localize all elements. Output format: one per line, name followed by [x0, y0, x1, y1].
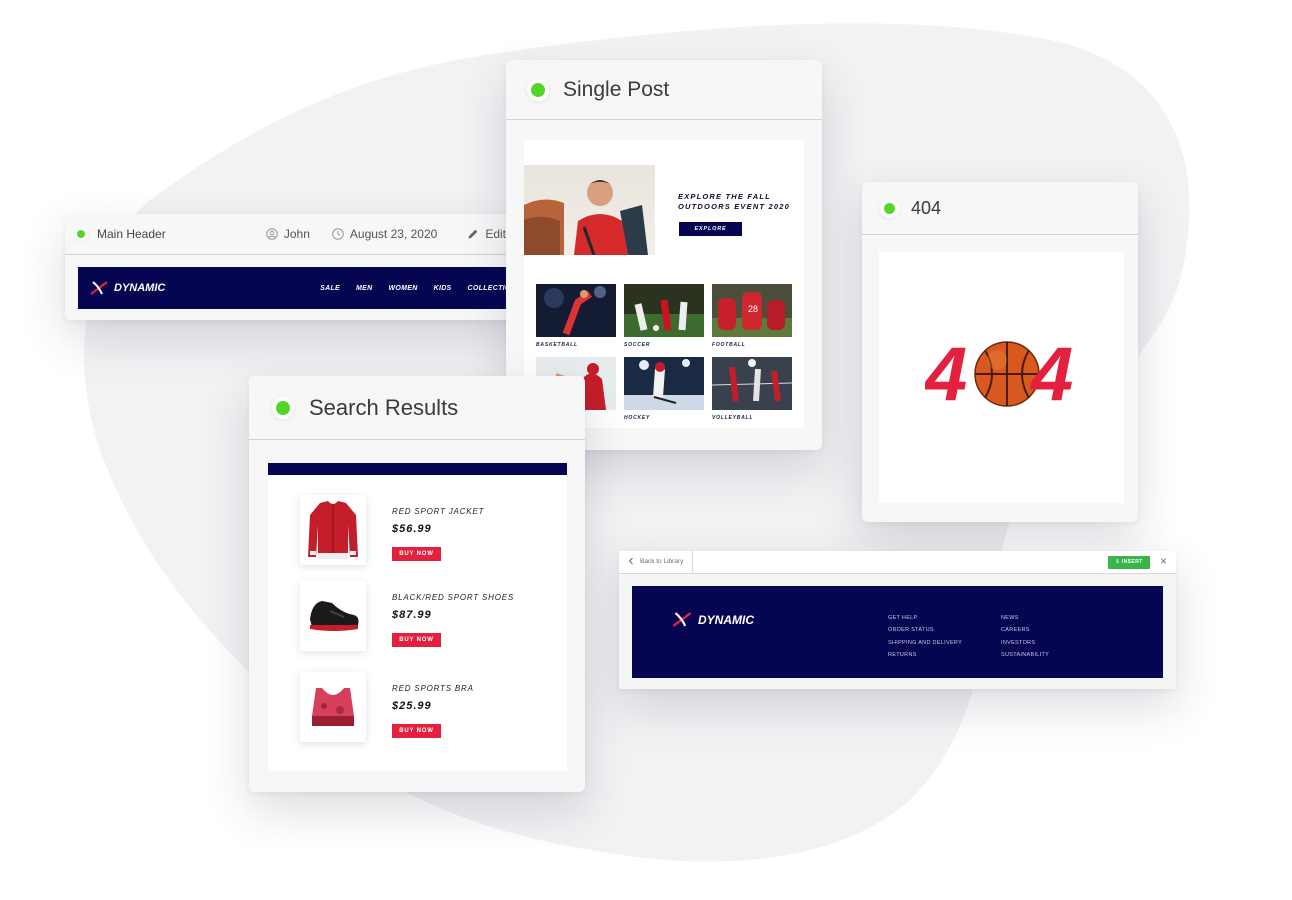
product-price: $56.99 [392, 523, 432, 535]
footer-link[interactable]: INVESTORS [1001, 637, 1049, 649]
template-title: Main Header [97, 227, 166, 241]
main-header-bar: Main Header John August 23, 2020 Edit ··… [65, 214, 557, 255]
nav-link-men[interactable]: MEN [356, 285, 372, 292]
brand-logo: DYNAMIC [90, 281, 165, 295]
product-item[interactable]: RED SPORT JACKET $56.99 BUY NOW [300, 495, 560, 565]
template-title: Single Post [563, 77, 670, 101]
nav-link-kids[interactable]: KIDS [434, 285, 452, 292]
buy-now-button[interactable]: BUY NOW [392, 724, 441, 738]
404-digit-right: 4 [1029, 332, 1073, 412]
status-dot [884, 202, 895, 214]
main-header-card[interactable]: Main Header John August 23, 2020 Edit ··… [65, 214, 557, 320]
user-icon [266, 228, 278, 240]
product-item[interactable]: RED SPORTS BRA $25.99 BUY NOW [300, 672, 560, 742]
product-image-shoes [300, 581, 366, 651]
404-bar: 404 [862, 182, 1138, 235]
basketball-icon [974, 341, 1040, 407]
footer-preview: DYNAMIC GET HELP ORDER STATUS SHIPPING A… [632, 586, 1163, 678]
category-tile[interactable]: BASKETBALL [536, 284, 616, 348]
author: John [266, 227, 310, 241]
product-name[interactable]: RED SPORTS BRA [392, 684, 474, 693]
template-title: 404 [911, 197, 942, 218]
nav-link-women[interactable]: WOMEN [388, 285, 417, 292]
product-image-jacket [300, 495, 366, 565]
toolbar-divider [692, 551, 693, 574]
back-to-library-link[interactable]: Back to Library [627, 557, 683, 565]
back-label: Back to Library [640, 557, 684, 565]
category-tile[interactable]: HOCKEY [624, 357, 704, 421]
category-tile[interactable]: SOCCER [624, 284, 704, 348]
footer-column-company: NEWS CAREERS INVESTORS SUSTAINABILITY [1001, 612, 1049, 661]
template-title: Search Results [309, 394, 459, 420]
category-tile[interactable]: VOLLEYBALL [712, 357, 792, 421]
library-toolbar: Back to Library ⇩ INSERT × [619, 551, 1176, 574]
tile-label: VOLLEYBALL [712, 415, 754, 421]
brand-logo: DYNAMIC [672, 612, 754, 627]
footer-link[interactable]: SUSTAINABILITY [1001, 649, 1049, 661]
tile-label: HOCKEY [624, 415, 651, 421]
x-logo-icon [672, 612, 692, 627]
404-graphic: 4 4 [925, 332, 1073, 412]
buy-now-button[interactable]: BUY NOW [392, 633, 441, 647]
hockey-image [624, 357, 704, 410]
hero-image [524, 165, 655, 255]
close-icon[interactable]: × [1160, 554, 1167, 568]
footer-link[interactable]: CAREERS [1001, 624, 1049, 636]
product-price: $25.99 [392, 700, 432, 712]
footer-link[interactable]: GET HELP [888, 612, 962, 624]
footer-link[interactable]: RETURNS [888, 649, 962, 661]
tile-label: SOCCER [624, 342, 651, 348]
header-preview: DYNAMIC SALE MEN WOMEN KIDS COLLECTIONS [78, 267, 543, 309]
status-dot [531, 82, 545, 97]
volleyball-image [712, 357, 792, 410]
x-logo-icon [90, 281, 108, 295]
buy-now-button[interactable]: BUY NOW [392, 547, 441, 561]
edit-label: Edit [485, 227, 506, 241]
product-image-bra [300, 672, 366, 742]
brand-name: DYNAMIC [114, 282, 166, 294]
soccer-image [624, 284, 704, 337]
category-tile[interactable]: 28 FOOTBALL [712, 284, 792, 348]
date: August 23, 2020 [332, 227, 437, 241]
footer-link[interactable]: ORDER STATUS [888, 624, 962, 636]
edit-button[interactable]: Edit [467, 227, 506, 241]
clock-icon [332, 228, 344, 240]
404-digit-left: 4 [925, 332, 967, 412]
footer-column-help: GET HELP ORDER STATUS SHIPPING AND DELIV… [888, 612, 962, 661]
search-results-card[interactable]: Search Results RED SPORT JACKET $56.99 B… [249, 376, 585, 792]
author-name: John [283, 227, 310, 241]
single-post-bar: Single Post [506, 60, 822, 120]
404-preview: 4 4 [879, 252, 1124, 503]
footer-link[interactable]: SHIPPING AND DELIVERY [888, 637, 962, 649]
chevron-left-icon [628, 557, 633, 565]
results-top-bar [268, 463, 567, 475]
library-footer-card[interactable]: Back to Library ⇩ INSERT × DYNAMIC GET H… [619, 551, 1176, 689]
status-dot [276, 400, 290, 415]
404-card[interactable]: 404 4 4 [862, 182, 1138, 522]
pencil-icon [468, 229, 478, 239]
insert-label: INSERT [1121, 559, 1143, 565]
basketball-image [536, 284, 616, 337]
post-headline: EXPLORE THE FALL OUTDOORS EVENT 2020 [678, 192, 790, 211]
football-image: 28 [712, 284, 792, 337]
product-name[interactable]: BLACK/RED SPORT SHOES [392, 593, 514, 602]
search-results-preview: RED SPORT JACKET $56.99 BUY NOW BLACK/RE… [268, 463, 567, 770]
product-name[interactable]: RED SPORT JACKET [392, 507, 484, 516]
explore-button[interactable]: EXPLORE [679, 222, 742, 236]
svg-text:28: 28 [748, 304, 758, 314]
brand-name: DYNAMIC [698, 612, 754, 627]
product-price: $87.99 [392, 609, 432, 621]
search-results-bar: Search Results [249, 376, 585, 440]
insert-button[interactable]: ⇩ INSERT [1108, 556, 1150, 569]
tile-label: FOOTBALL [712, 342, 746, 348]
footer-link[interactable]: NEWS [1001, 612, 1049, 624]
nav-link-sale[interactable]: SALE [320, 285, 340, 292]
date-text: August 23, 2020 [349, 227, 438, 241]
product-item[interactable]: BLACK/RED SPORT SHOES $87.99 BUY NOW [300, 581, 560, 651]
status-dot [77, 230, 85, 238]
tile-label: BASKETBALL [536, 342, 578, 348]
